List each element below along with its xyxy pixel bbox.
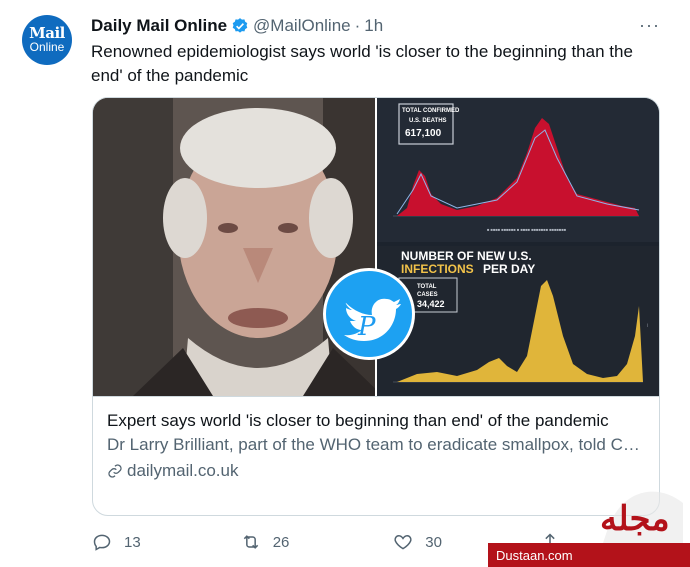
retweet-count: 26 xyxy=(272,533,290,551)
deaths-box-line1: TOTAL CONFIRMED xyxy=(402,108,460,114)
card-domain-text: dailymail.co.uk xyxy=(127,461,239,480)
retweet-button[interactable]: 26 xyxy=(241,532,394,552)
avatar-line2: Online xyxy=(29,40,65,54)
avatar[interactable]: Mail Online xyxy=(22,15,72,65)
link-card[interactable]: TOTAL CONFIRMED U.S. DEATHS 617,100 ■ ■■… xyxy=(92,97,660,516)
card-description: Dr Larry Brilliant, part of the WHO team… xyxy=(107,435,647,454)
svg-text:■ ■■■■ ■■■■■■ ■ ■■■■ ■■■■■■■: ■ ■■■■ ■■■■■■ ■ ■■■■ ■■■■■■■ ■■■■■■■ xyxy=(487,227,567,232)
author-name[interactable]: Daily Mail Online xyxy=(91,16,227,36)
watermark-site: Dustaan.com xyxy=(496,548,573,563)
heart-icon xyxy=(394,534,412,550)
more-horizontal-icon[interactable]: ··· xyxy=(639,16,660,34)
reply-button[interactable]: 13 xyxy=(92,532,241,552)
covid-charts: TOTAL CONFIRMED U.S. DEATHS 617,100 ■ ■■… xyxy=(377,98,659,396)
like-count: 30 xyxy=(425,533,442,551)
card-title: Expert says world 'is closer to beginnin… xyxy=(107,411,609,430)
infections-title-line1: NUMBER OF NEW U.S. xyxy=(401,249,532,263)
svg-text:مجله: مجله xyxy=(600,499,670,539)
infections-title-line2b: PER DAY xyxy=(483,262,535,276)
reply-count: 13 xyxy=(124,533,141,551)
avatar-line1: Mail xyxy=(29,24,65,42)
cases-box-line1: TOTAL xyxy=(417,284,437,290)
tweet-header: Daily Mail Online @MailOnline · 1h ··· xyxy=(91,15,674,37)
reply-icon xyxy=(93,534,111,551)
us-deaths-chart: TOTAL CONFIRMED U.S. DEATHS 617,100 ■ ■■… xyxy=(377,98,659,242)
tweet-text: Renowned epidemiologist says world 'is c… xyxy=(91,42,633,85)
svg-text:P: P xyxy=(357,312,376,342)
dustaan-watermark-logo: Dustaan.com مجله xyxy=(488,491,690,567)
separator-dot: · xyxy=(354,16,361,35)
cases-box-value: 34,422 xyxy=(417,299,445,309)
link-icon xyxy=(108,464,122,478)
timestamp[interactable]: 1h xyxy=(364,16,383,36)
tweet[interactable]: Mail Online Daily Mail Online @MailOnlin… xyxy=(0,0,690,567)
cases-box-line2: CASES xyxy=(417,292,438,298)
deaths-box-value: 617,100 xyxy=(405,128,442,139)
card-image: TOTAL CONFIRMED U.S. DEATHS 617,100 ■ ■■… xyxy=(93,98,659,396)
twitter-bird-badge-icon: P xyxy=(323,268,415,360)
deaths-box-line2: U.S. DEATHS xyxy=(409,118,447,124)
svg-text:|: | xyxy=(647,322,648,327)
us-infections-chart: NUMBER OF NEW U.S. INFECTIONS PER DAY TO… xyxy=(377,246,659,396)
author-handle[interactable]: @MailOnline xyxy=(253,16,351,36)
retweet-icon xyxy=(243,535,258,549)
verified-badge-icon xyxy=(232,18,248,33)
